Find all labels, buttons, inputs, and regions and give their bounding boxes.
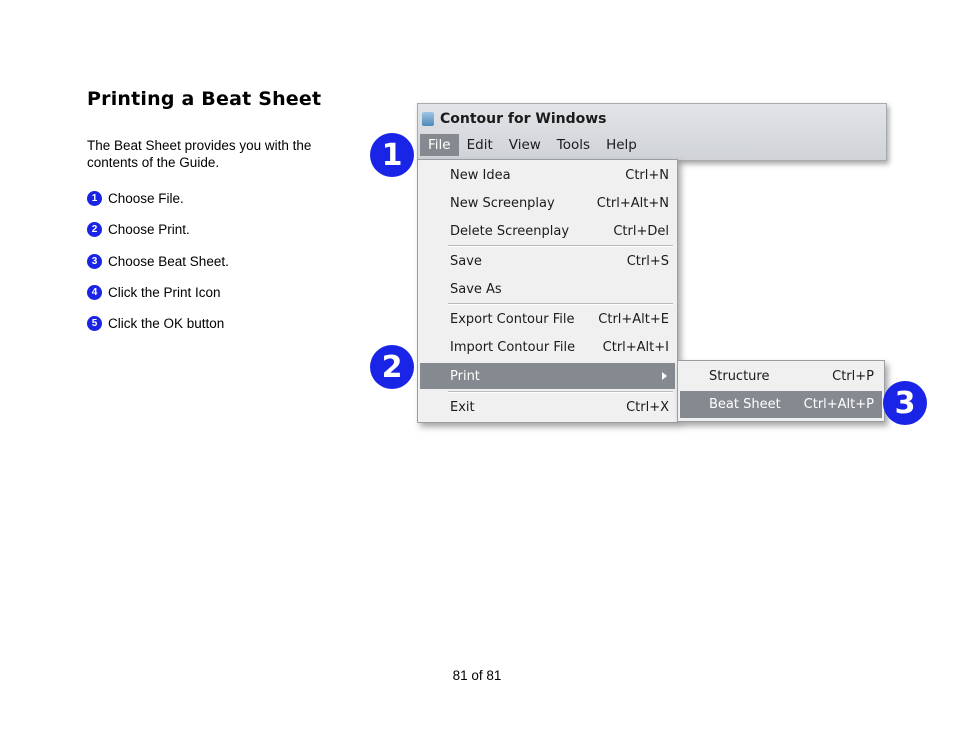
page-number: 81 of 81 bbox=[452, 668, 502, 683]
menu-item-new-screenplay[interactable]: New Screenplay Ctrl+Alt+N bbox=[420, 190, 675, 216]
window-title: Contour for Windows bbox=[440, 111, 607, 127]
menu-item-shortcut: Ctrl+P bbox=[832, 369, 874, 384]
menu-item-save-as[interactable]: Save As bbox=[420, 276, 675, 302]
submenu-item-beat-sheet[interactable]: Beat Sheet Ctrl+Alt+P bbox=[680, 391, 882, 418]
menu-separator bbox=[448, 303, 673, 305]
menu-item-print[interactable]: Print bbox=[420, 363, 675, 389]
page-title: Printing a Beat Sheet bbox=[87, 88, 322, 110]
menu-edit[interactable]: Edit bbox=[459, 134, 501, 156]
step-5: 5 Click the OK button bbox=[87, 315, 224, 332]
menu-item-label: New Screenplay bbox=[450, 195, 555, 211]
app-icon bbox=[422, 112, 434, 126]
step-text: Choose Beat Sheet. bbox=[108, 254, 229, 269]
app-window: Contour for Windows File Edit View Tools… bbox=[417, 103, 887, 161]
print-submenu: Structure Ctrl+P Beat Sheet Ctrl+Alt+P bbox=[677, 360, 885, 422]
menu-item-label: New Idea bbox=[450, 167, 511, 183]
submenu-item-structure[interactable]: Structure Ctrl+P bbox=[680, 363, 882, 390]
menu-item-exit[interactable]: Exit Ctrl+X bbox=[420, 394, 675, 420]
step-number-badge: 2 bbox=[87, 222, 102, 237]
callout-badge-2: 2 bbox=[370, 345, 414, 389]
step-text: Click the Print Icon bbox=[108, 285, 221, 300]
step-text: Choose Print. bbox=[108, 222, 190, 237]
menu-help[interactable]: Help bbox=[598, 134, 645, 156]
menu-view[interactable]: View bbox=[501, 134, 549, 156]
menu-item-delete-screenplay[interactable]: Delete Screenplay Ctrl+Del bbox=[420, 218, 675, 244]
menu-separator bbox=[448, 391, 673, 393]
menu-file[interactable]: File bbox=[420, 134, 459, 156]
menu-item-import-contour-file[interactable]: Import Contour File Ctrl+Alt+I bbox=[420, 334, 675, 360]
step-number-badge: 5 bbox=[87, 316, 102, 331]
callout-badge-3: 3 bbox=[883, 381, 927, 425]
menu-item-label: Print bbox=[450, 368, 480, 384]
callout-badge-1: 1 bbox=[370, 133, 414, 177]
step-number-badge: 4 bbox=[87, 285, 102, 300]
menu-item-shortcut: Ctrl+Alt+N bbox=[596, 195, 669, 211]
menu-item-label: Structure bbox=[709, 369, 770, 384]
step-text: Click the OK button bbox=[108, 316, 225, 331]
menu-item-label: Import Contour File bbox=[450, 339, 576, 355]
step-number-badge: 3 bbox=[87, 254, 102, 269]
menu-item-shortcut: Ctrl+Del bbox=[613, 223, 669, 239]
menu-item-label: Export Contour File bbox=[450, 311, 575, 327]
menu-bar: File Edit View Tools Help bbox=[418, 133, 886, 157]
step-1: 1 Choose File. bbox=[87, 190, 184, 207]
intro-text: The Beat Sheet provides you with the con… bbox=[87, 138, 312, 170]
menu-item-label: Save bbox=[450, 253, 482, 269]
menu-item-shortcut: Ctrl+S bbox=[626, 253, 669, 269]
menu-item-label: Delete Screenplay bbox=[450, 223, 570, 239]
step-2: 2 Choose Print. bbox=[87, 221, 190, 238]
menu-item-label: Exit bbox=[450, 399, 475, 415]
menu-item-shortcut: Ctrl+Alt+I bbox=[602, 339, 669, 355]
menu-item-shortcut: Ctrl+Alt+E bbox=[598, 311, 669, 327]
menu-item-new-idea[interactable]: New Idea Ctrl+N bbox=[420, 162, 675, 188]
file-menu-dropdown: New Idea Ctrl+N New Screenplay Ctrl+Alt+… bbox=[417, 159, 678, 423]
menu-tools[interactable]: Tools bbox=[549, 134, 598, 156]
step-4: 4 Click the Print Icon bbox=[87, 284, 221, 301]
menu-item-shortcut: Ctrl+X bbox=[626, 399, 669, 415]
menu-item-shortcut: Ctrl+Alt+P bbox=[803, 397, 874, 412]
menu-item-label: Save As bbox=[450, 281, 502, 297]
submenu-arrow-icon bbox=[662, 372, 667, 380]
step-text: Choose File. bbox=[108, 191, 184, 206]
step-number-badge: 1 bbox=[87, 191, 102, 206]
window-title-bar: Contour for Windows bbox=[422, 107, 607, 131]
menu-item-export-contour-file[interactable]: Export Contour File Ctrl+Alt+E bbox=[420, 306, 675, 332]
menu-item-label: Beat Sheet bbox=[709, 397, 781, 412]
menu-separator bbox=[448, 245, 673, 247]
step-3: 3 Choose Beat Sheet. bbox=[87, 253, 229, 270]
menu-item-save[interactable]: Save Ctrl+S bbox=[420, 248, 675, 274]
menu-item-shortcut: Ctrl+N bbox=[625, 167, 669, 183]
